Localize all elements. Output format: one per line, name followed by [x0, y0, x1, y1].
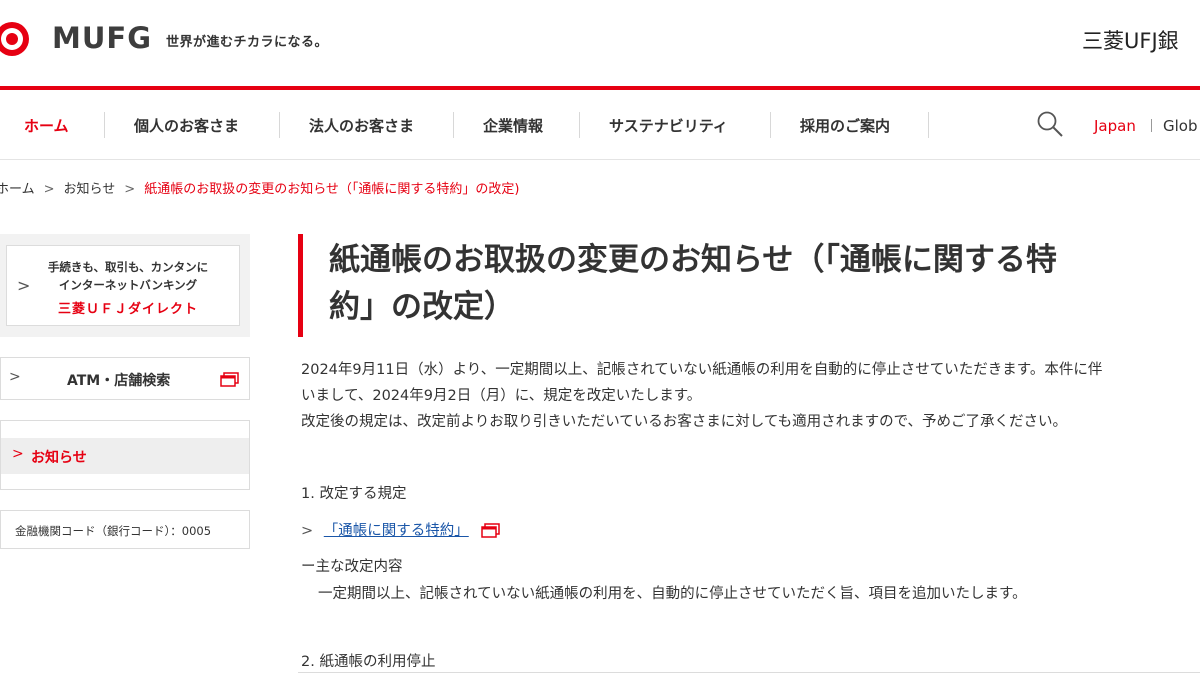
- new-window-icon: [220, 372, 239, 387]
- nav-divider: [104, 112, 105, 138]
- bank-code-text: 金融機関コード（銀行コード）：0005: [15, 524, 212, 538]
- breadcrumb-current: 紙通帳のお取扱の変更のお知らせ（「通帳に関する特約」の改定): [144, 182, 520, 197]
- new-window-icon[interactable]: [481, 523, 501, 538]
- nav-item-corporate[interactable]: 法人のお客さま: [309, 115, 414, 136]
- bank-name[interactable]: 三菱UFJ銀: [1082, 25, 1179, 55]
- sidebar-item-label: お知らせ: [31, 450, 87, 466]
- section1-heading: 1. 改定する規定: [301, 486, 407, 502]
- chevron-right-icon: >: [124, 182, 136, 197]
- main-nav: ホーム 個人のお客さま 法人のお客さま 企業情報 サステナビリティ 採用のご案内…: [0, 90, 1200, 160]
- search-icon[interactable]: [1036, 110, 1064, 138]
- atm-search-label: ATM・店舗検索: [67, 373, 171, 389]
- rule-link-row: > 「通帳に関する特約」: [301, 519, 501, 540]
- direct-banner-title: 三菱ＵＦＪダイレクト: [57, 302, 198, 317]
- nav-divider: [279, 112, 280, 138]
- nav-divider: [928, 112, 929, 138]
- main-change-body: 一定期間以上、記帳されていない紙通帳の利用を、自動的に停止させていただく旨、項目…: [318, 586, 1027, 602]
- sidebar-item-news[interactable]: > お知らせ: [1, 438, 249, 474]
- main-change-heading: ー主な改定内容: [301, 559, 403, 575]
- lang-global-link[interactable]: Glob: [1163, 117, 1198, 135]
- intro-text: 2024年9月11日（水）より、一定期間以上、記帳されていない紙通帳の利用を自動…: [301, 357, 1102, 435]
- bank-code-box: 金融機関コード（銀行コード）：0005: [0, 510, 250, 549]
- intro-line1: 2024年9月11日（水）より、一定期間以上、記帳されていない紙通帳の利用を自動…: [301, 362, 1103, 378]
- lang-japan-link[interactable]: Japan: [1094, 117, 1136, 135]
- nav-item-recruit[interactable]: 採用のご案内: [800, 115, 890, 136]
- chevron-right-icon: >: [12, 446, 24, 462]
- direct-banner[interactable]: > 手続きも、取引も、カンタンに インターネットバンキング 三菱ＵＦＪダイレクト: [6, 245, 240, 326]
- intro-line2: いまして、2024年9月2日（月）に、規定を改定いたします。: [301, 388, 702, 404]
- tagline: 世界が進むチカラになる。: [166, 35, 329, 50]
- nav-item-company-info[interactable]: 企業情報: [483, 115, 543, 136]
- nav-divider: [579, 112, 580, 138]
- rule-document-link[interactable]: 「通帳に関する特約」: [324, 523, 469, 539]
- chevron-right-icon: >: [301, 523, 314, 539]
- breadcrumb-home[interactable]: ホーム: [0, 178, 35, 197]
- breadcrumb-news[interactable]: お知らせ: [64, 178, 116, 197]
- nav-item-sustainability[interactable]: サステナビリティ: [609, 115, 728, 136]
- page-title: 紙通帳のお取扱の変更のお知らせ（「通帳に関する特 約」の改定）: [329, 237, 1200, 331]
- lang-divider: [1151, 119, 1152, 132]
- section2-heading: 2. 紙通帳の利用停止: [301, 654, 436, 670]
- sidebar-menu: > お知らせ: [0, 420, 250, 490]
- nav-divider: [453, 112, 454, 138]
- chevron-right-icon: >: [9, 369, 21, 385]
- chevron-right-icon: >: [43, 182, 55, 197]
- direct-banner-container: > 手続きも、取引も、カンタンに インターネットバンキング 三菱ＵＦＪダイレクト: [0, 234, 250, 337]
- breadcrumb: ホーム > お知らせ > 紙通帳のお取扱の変更のお知らせ（「通帳に関する特約」の改定): [0, 178, 520, 197]
- page-title-line2: 約」の改定）: [329, 289, 515, 325]
- nav-item-personal[interactable]: 個人のお客さま: [134, 115, 239, 136]
- nav-divider: [770, 112, 771, 138]
- mufg-logo-icon[interactable]: [0, 20, 40, 58]
- page-title-line1: 紙通帳のお取扱の変更のお知らせ（「通帳に関する特: [329, 242, 1057, 278]
- main-content: 紙通帳のお取扱の変更のお知らせ（「通帳に関する特 約」の改定） 2024年9月1…: [298, 234, 1200, 675]
- title-accent-bar: [298, 234, 303, 337]
- direct-banner-line1: 手続きも、取引も、カンタンに: [47, 260, 209, 274]
- direct-banner-line2: インターネットバンキング: [58, 278, 198, 292]
- section2-divider: [298, 672, 1200, 673]
- nav-item-home[interactable]: ホーム: [24, 115, 69, 136]
- site-header: MUFG 世界が進むチカラになる。 三菱UFJ銀: [0, 0, 1200, 86]
- intro-line3: 改定後の規定は、改定前よりお取り引きいただいているお客さまに対しても適用されます…: [301, 414, 1068, 430]
- logo-text[interactable]: MUFG: [52, 21, 152, 55]
- atm-search-button[interactable]: > ATM・店舗検索: [0, 357, 250, 400]
